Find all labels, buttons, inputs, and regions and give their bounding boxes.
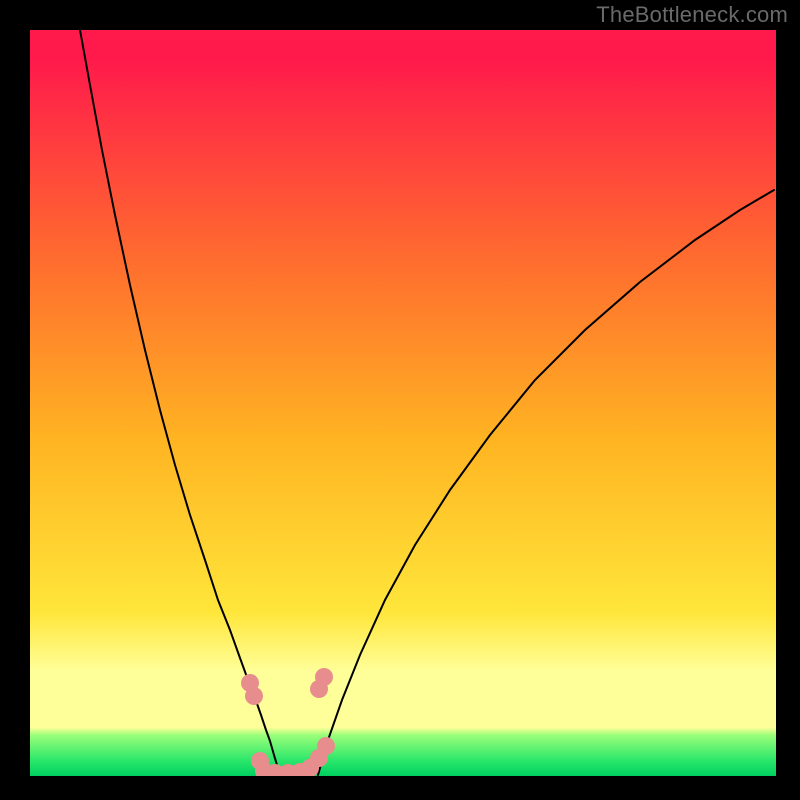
chart-svg bbox=[30, 30, 776, 776]
curve-right bbox=[318, 190, 774, 775]
watermark-text: TheBottleneck.com bbox=[596, 2, 788, 28]
curve-left bbox=[80, 30, 280, 775]
marker-dot bbox=[317, 737, 335, 755]
marker-dot bbox=[315, 668, 333, 686]
chart-plot-area bbox=[30, 30, 776, 776]
marker-dot bbox=[245, 687, 263, 705]
outer-frame: TheBottleneck.com bbox=[0, 0, 800, 800]
valley-markers bbox=[241, 668, 335, 776]
